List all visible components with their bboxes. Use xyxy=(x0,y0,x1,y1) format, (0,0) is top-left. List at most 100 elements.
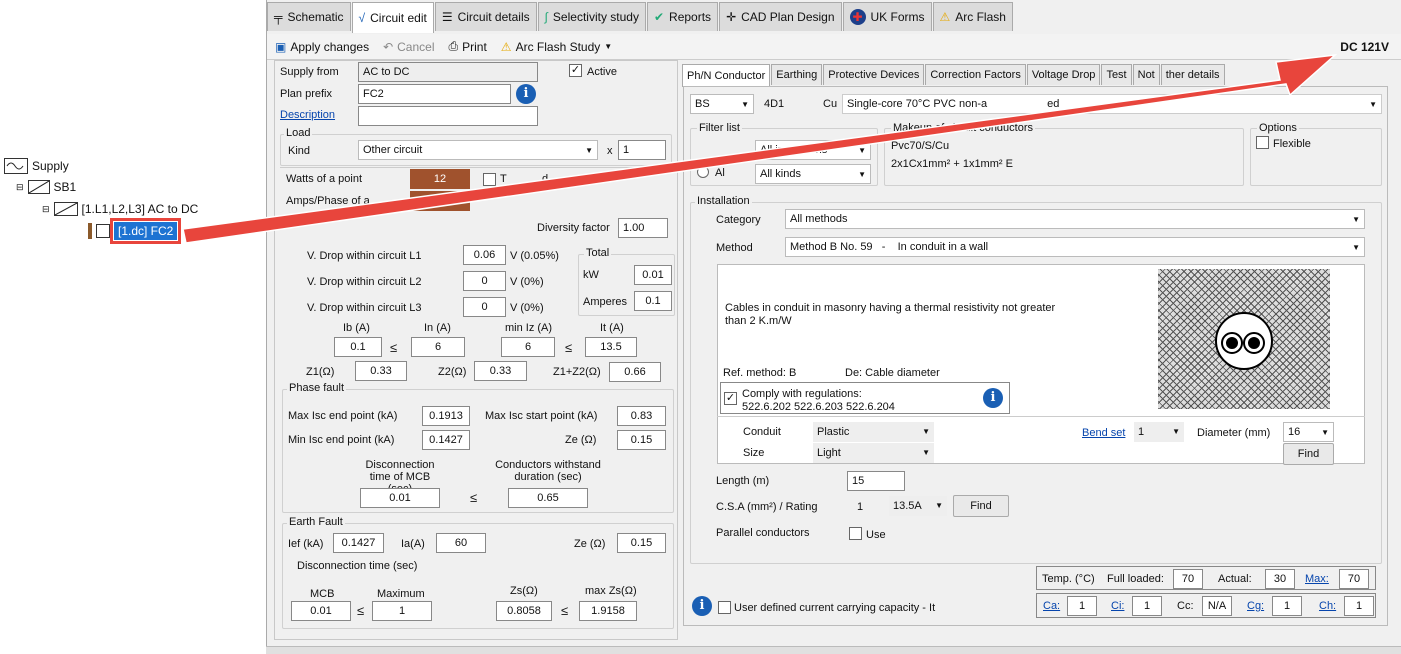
tree-node-sb1[interactable]: ⊟ SB1 xyxy=(16,180,76,194)
tab-label: CAD Plan Design xyxy=(741,10,835,24)
tree-node-circuit[interactable]: ⊟ [1.L1,L2,L3] AC to DC xyxy=(42,202,198,216)
cable-select[interactable]: Single-core 70°C PVC non-a ed ▼ xyxy=(842,94,1382,114)
cable-material: Cu xyxy=(823,98,838,110)
tab-ph-n-conductor[interactable]: Ph/N Conductor xyxy=(682,64,771,87)
tab-test[interactable]: Test xyxy=(1101,64,1132,85)
vdrop-l3-label: V. Drop within circuit L3 xyxy=(307,302,422,314)
active-checkbox[interactable]: ✓ xyxy=(569,64,582,77)
user-ccc-checkbox[interactable] xyxy=(718,601,731,614)
size-label: Size xyxy=(743,447,765,459)
makeup-line-2: 2x1Cx1mm² + 1x1mm² E xyxy=(891,158,1013,170)
tab-protective-devices[interactable]: Protective Devices xyxy=(823,64,925,85)
cancel-button[interactable]: ↶ Cancel xyxy=(383,40,434,54)
mcb-label: MCB xyxy=(310,588,335,600)
diversity-stepper[interactable]: 1.00 xyxy=(618,218,668,238)
method-select[interactable]: Method B No. 59 - In conduit in a wall ▼ xyxy=(785,237,1365,257)
active-label: Active xyxy=(587,66,617,78)
collapse-icon[interactable]: ⊟ xyxy=(16,182,24,193)
insulations-select[interactable]: All insulations ▼ xyxy=(755,140,871,160)
ca-link[interactable]: Ca: xyxy=(1043,600,1060,612)
length-input[interactable]: 15 xyxy=(847,471,905,491)
tab-cad-plan-design[interactable]: ✛ CAD Plan Design xyxy=(719,2,842,31)
cond-withstand-label: Conductors withstand duration (sec) xyxy=(495,459,601,483)
comply-checkbox[interactable]: ✓ xyxy=(724,392,737,405)
find-diameter-button[interactable]: Find xyxy=(1283,443,1334,465)
tree-node-supply[interactable]: Supply xyxy=(4,158,69,174)
selectivity-icon: ∫ xyxy=(544,10,548,24)
max-isc-end-field: 0.1913 xyxy=(422,406,470,426)
cg-link[interactable]: Cg: xyxy=(1247,600,1264,612)
tab-schematic[interactable]: ╤ Schematic xyxy=(267,2,351,31)
watts-value[interactable]: 12 xyxy=(410,169,470,189)
info-icon[interactable]: i xyxy=(983,388,1003,408)
info-icon[interactable]: i xyxy=(692,596,712,616)
collapse-icon[interactable]: ⊟ xyxy=(42,204,50,215)
apply-changes-button[interactable]: ▣ Apply changes xyxy=(275,40,369,54)
conduit-select[interactable]: Plastic ▼ xyxy=(813,422,934,442)
le-symbol: ≤ xyxy=(390,340,398,355)
csa-label: C.S.A (mm²) / Rating xyxy=(716,501,818,513)
max-link[interactable]: Max: xyxy=(1305,573,1329,585)
info-icon[interactable]: i xyxy=(516,84,536,104)
size-select[interactable]: Light ▼ xyxy=(813,443,934,463)
tab-circuit-edit[interactable]: √ Circuit edit xyxy=(351,2,434,33)
z1z2-field: 0.66 xyxy=(609,362,661,382)
parallel-checkbox[interactable] xyxy=(849,527,862,540)
tab-reports[interactable]: ✔ Reports xyxy=(646,2,719,31)
tab-selectivity-study[interactable]: ∫ Selectivity study xyxy=(537,2,646,31)
ci-link[interactable]: Ci: xyxy=(1111,600,1124,612)
print-button[interactable]: ⎙ Print xyxy=(449,39,487,54)
flexible-checkbox[interactable] xyxy=(1256,136,1269,149)
le-symbol: ≤ xyxy=(565,340,573,355)
al-radio[interactable] xyxy=(697,166,709,178)
printer-icon: ⎙ xyxy=(448,39,459,53)
arc-flash-study-button[interactable]: ⚠ Arc Flash Study ▼ xyxy=(501,40,612,54)
schematic-icon: ╤ xyxy=(274,10,283,24)
bottom-scrollbar[interactable] xyxy=(266,646,1401,654)
kind-select[interactable]: Other circuit ▼ xyxy=(358,140,598,160)
diameter-select[interactable]: 16 ▼ xyxy=(1283,422,1334,442)
select-value: 13.5A xyxy=(893,500,922,512)
tab-earthing[interactable]: Earthing xyxy=(771,64,823,85)
main-tabs: ╤ Schematic √ Circuit edit ☰ Circuit detail… xyxy=(267,2,1014,33)
select-value: 16 xyxy=(1288,426,1301,438)
amps-value[interactable]: 0.1 xyxy=(410,191,470,211)
t-checkbox[interactable] xyxy=(483,173,496,186)
category-select[interactable]: All methods ▼ xyxy=(785,209,1365,229)
kind-count-stepper[interactable]: 1 xyxy=(618,140,666,160)
standard-select[interactable]: BS ▼ xyxy=(690,94,754,114)
ch-link[interactable]: Ch: xyxy=(1319,600,1336,612)
tree-node-selected[interactable]: [1.dc] FC2 xyxy=(88,218,182,244)
vdrop-l1-field: 0.06 xyxy=(463,245,506,265)
bendset-link[interactable]: Bend set xyxy=(1082,427,1125,439)
tab-notes[interactable]: Not xyxy=(1132,64,1160,85)
find-rating-button[interactable]: Find xyxy=(953,495,1009,517)
flexible-label: Flexible xyxy=(1273,138,1311,150)
description-link[interactable]: Description xyxy=(280,109,335,121)
rating-select[interactable]: 13.5A ▼ xyxy=(889,496,947,516)
z1-field: 0.33 xyxy=(355,361,407,381)
maxzs-field: 1.9158 xyxy=(579,601,637,621)
d-label: d xyxy=(542,173,549,185)
vdrop-l1-label: V. Drop within circuit L1 xyxy=(307,250,422,262)
chevron-down-icon: ▼ xyxy=(1352,215,1360,224)
makeup-line-1: Pvc70/S/Cu xyxy=(891,140,950,152)
tab-circuit-details[interactable]: ☰ Circuit details xyxy=(434,2,537,31)
tab-voltage-drop[interactable]: Voltage Drop xyxy=(1026,64,1101,85)
t-label: T xyxy=(500,173,507,185)
tab-uk-forms[interactable]: ✚ UK Forms xyxy=(842,2,932,31)
ib-label: Ib (A) xyxy=(343,322,370,334)
amperes-field: 0.1 xyxy=(634,291,672,311)
tab-arc-flash[interactable]: ⚠ Arc Flash xyxy=(932,2,1013,31)
tab-other-details[interactable]: ther details xyxy=(1160,64,1225,85)
converter-icon xyxy=(53,202,78,216)
full-loaded-label: Full loaded: xyxy=(1107,573,1164,585)
options-title: Options xyxy=(1257,122,1299,134)
ib-field: 0.1 xyxy=(334,337,382,357)
tab-correction-factors[interactable]: Correction Factors xyxy=(925,64,1026,85)
kinds-select[interactable]: All kinds ▼ xyxy=(755,164,871,184)
button-label: Cancel xyxy=(397,39,435,54)
description-input[interactable] xyxy=(358,106,538,126)
bendset-select[interactable]: 1 ▼ xyxy=(1134,422,1184,442)
plan-prefix-input[interactable]: FC2 xyxy=(358,84,511,104)
